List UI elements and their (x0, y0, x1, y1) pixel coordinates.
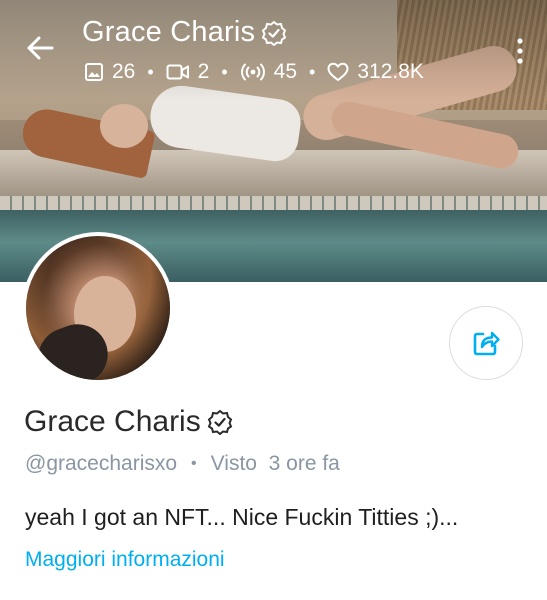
stat-likes[interactable]: 312.8K (327, 60, 424, 84)
back-button[interactable] (22, 30, 58, 66)
stat-photos[interactable]: 26 (84, 60, 135, 84)
header-stats: 26 • 2 • 45 • 312.8K (84, 60, 424, 84)
avatar[interactable] (22, 232, 174, 384)
verified-badge-icon (261, 20, 287, 46)
share-button[interactable] (449, 306, 523, 380)
cover-figure-head (100, 104, 148, 148)
profile-bio: yeah I got an NFT... Nice Fuckin Titties… (25, 504, 459, 530)
stat-streams-count: 45 (273, 60, 298, 83)
video-icon (166, 64, 189, 80)
more-info-link[interactable]: Maggiori informazioni (25, 548, 225, 572)
heart-icon (327, 62, 349, 81)
verified-badge-icon (207, 409, 233, 436)
profile-handle-row: @gracecharisxo • Visto 3 ore fa (25, 452, 340, 476)
profile-header: Grace Charis 26 • 2 • 45 • 312.8K (0, 0, 547, 100)
more-options-button[interactable] (515, 36, 525, 66)
stat-likes-count: 312.8K (357, 60, 424, 83)
stat-separator: • (147, 61, 154, 82)
more-vertical-icon (517, 38, 523, 64)
stat-separator: • (309, 61, 316, 82)
image-icon (85, 63, 103, 81)
share-icon (473, 331, 500, 356)
cover-pool-tiles (0, 196, 547, 210)
avatar-image (26, 236, 170, 380)
profile-name-row: Grace Charis (24, 405, 233, 439)
stat-separator: • (221, 61, 228, 82)
header-title-row: Grace Charis (82, 16, 287, 49)
handle-separator: • (191, 455, 197, 472)
stat-videos[interactable]: 2 (166, 60, 210, 84)
stat-photos-count: 26 (112, 60, 136, 83)
arrow-left-icon (27, 36, 54, 60)
last-seen: Visto 3 ore fa (210, 452, 340, 475)
stat-videos-count: 2 (197, 60, 210, 83)
profile-handle: @gracecharisxo (25, 452, 178, 475)
profile-name: Grace Charis (24, 405, 201, 438)
header-title: Grace Charis (82, 16, 256, 48)
stat-streams[interactable]: 45 (240, 60, 297, 84)
broadcast-icon (240, 63, 265, 81)
